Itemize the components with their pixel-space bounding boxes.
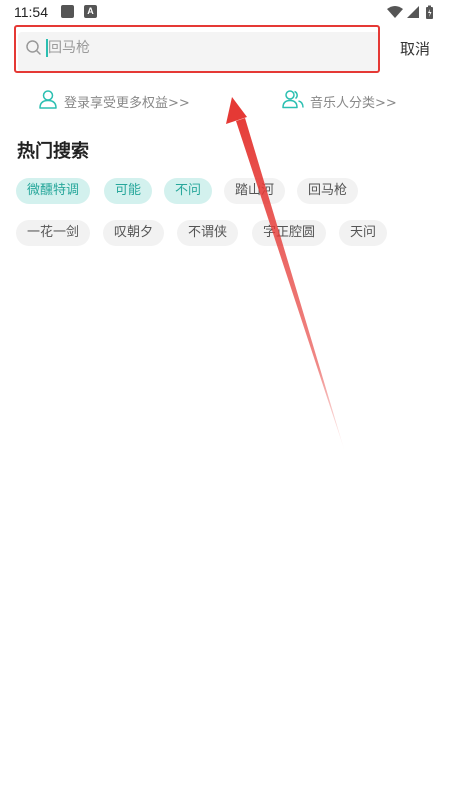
annotation-arrow <box>226 97 345 452</box>
hot-tag[interactable]: 微醺特调 <box>16 178 91 204</box>
hot-tag[interactable]: 可能 <box>104 178 153 204</box>
login-link-label: 登录享受更多权益>> <box>64 95 190 111</box>
annotation-arrow-shaft <box>236 118 345 452</box>
hot-tag[interactable]: 回马枪 <box>297 178 359 204</box>
hot-tag[interactable]: 字正腔圆 <box>252 220 327 246</box>
users-icon <box>282 89 304 113</box>
app-notification-icon: A <box>84 5 97 18</box>
user-icon <box>38 89 58 113</box>
cancel-button[interactable]: 取消 <box>400 38 430 59</box>
hot-tag[interactable]: 叹朝夕 <box>103 220 165 246</box>
login-link[interactable]: 登录享受更多权益>> <box>38 90 190 112</box>
hot-search-title: 热门搜索 <box>17 141 89 162</box>
status-time: 11:54 <box>14 4 48 20</box>
battery-icon <box>426 5 433 19</box>
search-icon <box>25 39 43 61</box>
hot-tag[interactable]: 一花一剑 <box>16 220 91 246</box>
hot-tag[interactable]: 踏山河 <box>224 178 286 204</box>
hot-tag[interactable]: 不谓侠 <box>177 220 239 246</box>
wifi-icon <box>387 6 403 18</box>
musician-category-link[interactable]: 音乐人分类>> <box>282 90 397 112</box>
hot-tag[interactable]: 不问 <box>164 178 213 204</box>
notification-icon <box>61 5 74 18</box>
search-input[interactable] <box>48 35 368 61</box>
signal-icon <box>407 6 419 18</box>
hot-tag[interactable]: 天问 <box>339 220 388 246</box>
status-bar: 11:54 A <box>0 0 450 24</box>
status-icons <box>386 4 438 20</box>
annotation-arrowhead <box>226 97 247 124</box>
musician-category-label: 音乐人分类>> <box>310 95 397 111</box>
